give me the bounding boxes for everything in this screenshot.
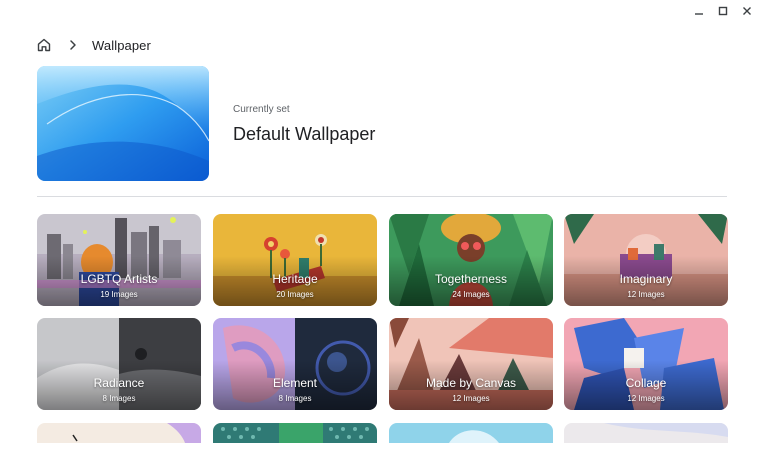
current-wallpaper-name: Default Wallpaper [233, 124, 376, 144]
collection-tile-lgbtq-artists[interactable]: LGBTQ Artists 19 Images [37, 214, 201, 306]
close-button[interactable] [735, 4, 759, 18]
collection-tile-collage[interactable]: Collage 12 Images [564, 318, 728, 410]
collection-tile-heritage[interactable]: Heritage 20 Images [213, 214, 377, 306]
collection-name: LGBTQ Artists [80, 272, 158, 286]
current-wallpaper-info: Currently set Default Wallpaper [233, 104, 375, 145]
divider [37, 196, 727, 197]
collection-tile-radiance[interactable]: Radiance 8 Images [37, 318, 201, 410]
collection-count: 24 Images [452, 290, 490, 299]
chevron-right-icon [70, 40, 76, 50]
collection-count: 12 Images [627, 394, 665, 403]
collection-tile-element[interactable]: Element 8 Images [213, 318, 377, 410]
collection-thumbnail [389, 423, 553, 443]
collection-thumbnail [213, 423, 377, 443]
collection-thumbnail [37, 423, 201, 443]
collection-tile-partial[interactable] [213, 423, 377, 443]
collection-tile-imaginary[interactable]: Imaginary 12 Images [564, 214, 728, 306]
collection-count: 20 Images [276, 290, 314, 299]
collection-tile-made-by-canvas[interactable]: Made by Canvas 12 Images [389, 318, 553, 410]
collection-count: 12 Images [452, 394, 490, 403]
window-controls [687, 4, 759, 18]
collection-count: 8 Images [278, 394, 312, 403]
collection-tile-partial[interactable] [37, 423, 201, 443]
collection-name: Togetherness [434, 272, 508, 286]
collection-name: Imaginary [619, 272, 673, 286]
collection-name: Heritage [272, 272, 318, 286]
breadcrumb: Wallpaper [36, 36, 151, 54]
home-icon[interactable] [36, 37, 52, 53]
collection-tile-partial[interactable] [564, 423, 728, 443]
collection-count: 19 Images [100, 290, 138, 299]
current-wallpaper-preview[interactable] [37, 66, 209, 181]
collection-tile-partial[interactable] [389, 423, 553, 443]
close-icon [743, 7, 751, 15]
minimize-button[interactable] [687, 4, 711, 18]
maximize-button[interactable] [711, 4, 735, 18]
collection-name: Made by Canvas [425, 376, 517, 390]
collection-name: Collage [625, 376, 667, 390]
collection-name: Radiance [93, 376, 145, 390]
current-wallpaper-image [37, 66, 209, 181]
collection-thumbnail [564, 423, 728, 443]
minimize-icon [695, 13, 703, 15]
collection-name: Element [272, 376, 318, 390]
collection-tile-togetherness[interactable]: Togetherness 24 Images [389, 214, 553, 306]
maximize-icon [718, 6, 728, 16]
collection-count: 12 Images [627, 290, 665, 299]
collection-count: 8 Images [102, 394, 136, 403]
currently-set-label: Currently set [233, 104, 290, 115]
page-title: Wallpaper [92, 37, 151, 53]
